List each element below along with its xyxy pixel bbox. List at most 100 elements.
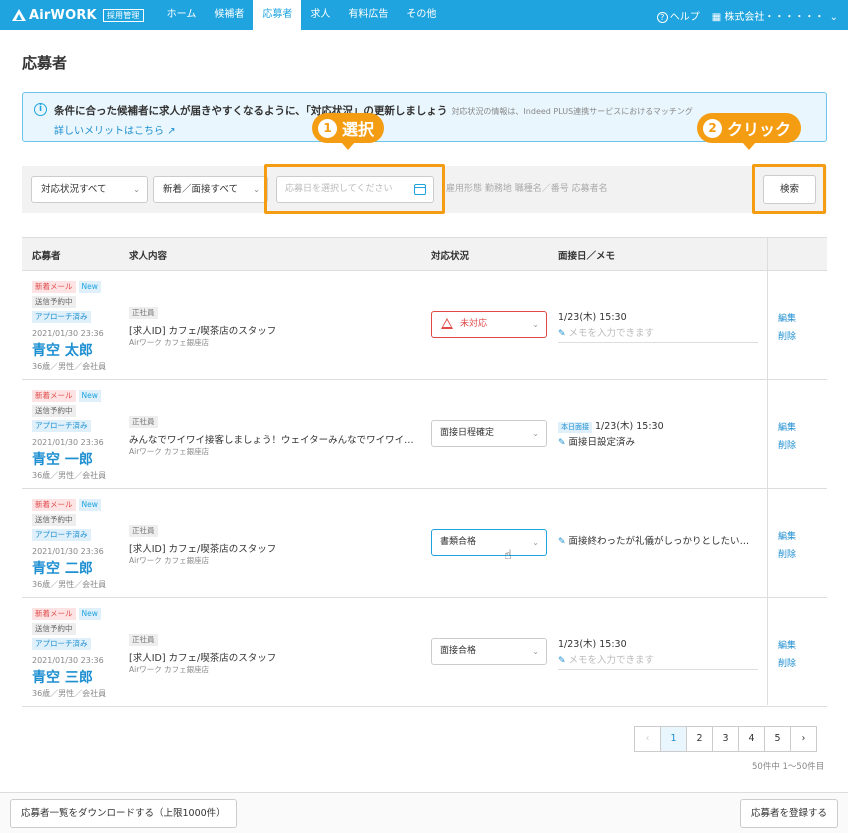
new-mail-badge: 新着メール [32, 281, 76, 293]
callout-click: 2 クリック [697, 113, 802, 150]
header-applicant: 応募者 [32, 251, 61, 262]
callout-number: 2 [703, 118, 722, 138]
edit-link[interactable]: 編集 [778, 420, 796, 433]
pencil-icon: ✎ [558, 329, 566, 339]
pencil-icon: ✎ [558, 537, 566, 547]
status-select[interactable]: 面接合格 ⌄ [431, 638, 547, 665]
table-row: 新着メール New 送信予約中 アプローチ済み 2021/01/30 23:36 … [22, 489, 827, 598]
applicant-profile: 36歳／男性／会社員 [32, 471, 107, 480]
status-select[interactable]: 面接日程確定 ⌄ [431, 420, 547, 447]
page-1-button[interactable]: 1 [660, 726, 687, 752]
warning-icon [441, 318, 453, 329]
scheduled-badge: 送信予約中 [32, 296, 76, 308]
keyword-input[interactable]: 雇用形態 勤務地 職種名／番号 応募者名 [442, 176, 742, 203]
memo-text: メモを入力できます [568, 328, 655, 339]
job-title: みんなでワイワイ接客しましょう！ウェイターみんなでワイワイ接… [129, 435, 421, 446]
callout-number: 1 [318, 118, 337, 138]
result-count: 50件中 1〜50件目 [752, 762, 825, 772]
page-2-button[interactable]: 2 [686, 726, 713, 752]
scheduled-badge: 送信予約中 [32, 514, 76, 526]
app-logo[interactable]: AirWORK 採用管理 [12, 8, 144, 23]
job-title: [求人ID] カフェ/喫茶店のスタッフ [129, 544, 277, 555]
external-link-icon: ↗ [167, 126, 176, 137]
applicant-name[interactable]: 青空 一郎 [32, 449, 93, 469]
table-row: 新着メール New 送信予約中 アプローチ済み 2021/01/30 23:36 … [22, 598, 827, 707]
nav-other[interactable]: その他 [397, 0, 445, 30]
header-interview: 面接日／メモ [558, 251, 616, 262]
callout-label: クリック [727, 120, 792, 139]
memo-field[interactable]: ✎ メモを入力できます [558, 652, 758, 670]
register-applicant-button[interactable]: 応募者を登録する [739, 799, 838, 828]
applied-datetime: 2021/01/30 23:36 [32, 547, 104, 556]
page-title: 応募者 [22, 54, 68, 72]
applicant-name[interactable]: 青空 三郎 [32, 667, 93, 687]
job-store: Airワーク カフェ銀座店 [129, 665, 210, 674]
status-filter-select[interactable]: 対応状況すべて ⌄ [31, 176, 148, 203]
delete-link[interactable]: 削除 [778, 656, 796, 669]
applicant-name[interactable]: 青空 二郎 [32, 558, 93, 578]
nav-home[interactable]: ホーム [158, 0, 206, 30]
delete-link[interactable]: 削除 [778, 438, 796, 451]
header-job: 求人内容 [129, 251, 168, 262]
banner-message: 条件に合った候補者に求人が届きやすくなるように、「対応状況」の更新しましょう [54, 105, 448, 117]
page-5-button[interactable]: 5 [764, 726, 791, 752]
delete-link[interactable]: 削除 [778, 547, 796, 560]
download-button[interactable]: 応募者一覧をダウンロードする（上限1000件） [10, 799, 237, 828]
memo-field[interactable]: ✎ メモを入力できます [558, 325, 758, 343]
badge-group: 新着メール New 送信予約中 アプローチ済み [32, 499, 122, 544]
new-badge: New [78, 390, 101, 402]
chevron-down-icon: ⌄ [532, 647, 539, 656]
badge-group: 新着メール New 送信予約中 アプローチ済み [32, 390, 122, 435]
help-link[interactable]: ? ヘルプ [645, 8, 700, 23]
pagination: ‹ 1 2 3 4 5 › [634, 726, 817, 752]
new-mail-badge: 新着メール [32, 499, 76, 511]
edit-link[interactable]: 編集 [778, 638, 796, 651]
memo-field[interactable]: ✎ 面接日設定済み [558, 434, 758, 451]
status-select[interactable]: 書類合格 ⌄ [431, 529, 547, 556]
prev-page-button[interactable]: ‹ [634, 726, 661, 752]
highlight-date [264, 164, 445, 214]
status-value: 面接日程確定 [440, 428, 495, 438]
nav-paid-ads[interactable]: 有料広告 [339, 0, 397, 30]
table-row: 新着メール New 送信予約中 アプローチ済み 2021/01/30 23:36 … [22, 271, 827, 380]
chevron-down-icon: ⌄ [532, 320, 539, 329]
next-page-button[interactable]: › [790, 726, 817, 752]
nav-candidates[interactable]: 候補者 [205, 0, 253, 30]
memo-field[interactable]: ✎ 面接終わったが礼儀がしっかりとしたいい… [558, 533, 758, 550]
banner-link[interactable]: 詳しいメリットはこちら ↗ [54, 122, 176, 137]
logo-icon [12, 9, 26, 21]
edit-link[interactable]: 編集 [778, 529, 796, 542]
page-3-button[interactable]: 3 [712, 726, 739, 752]
job-type-badge: 正社員 [129, 307, 158, 319]
nav-applicants[interactable]: 応募者 [253, 0, 302, 30]
nav-jobs[interactable]: 求人 [301, 0, 339, 30]
memo-text: 面接日設定済み [568, 437, 636, 448]
status-select[interactable]: 未対応 ⌄ [431, 311, 547, 338]
edit-link[interactable]: 編集 [778, 311, 796, 324]
logo-badge: 採用管理 [102, 8, 144, 22]
logo-text: AirWORK [29, 7, 97, 23]
top-nav: AirWORK 採用管理 ホーム 候補者 応募者 求人 有料広告 その他 ? ヘル… [0, 0, 848, 30]
chevron-down-icon: ⌄ [253, 185, 260, 194]
company-name: 株式会社・・・・・・ [724, 11, 825, 23]
chevron-down-icon: ⌄ [532, 429, 539, 438]
help-label: ヘルプ [669, 11, 700, 23]
delete-link[interactable]: 削除 [778, 329, 796, 342]
memo-text: 面接終わったが礼儀がしっかりとしたいい… [568, 536, 758, 547]
status-filter-value: 対応状況すべて [41, 184, 107, 195]
new-badge: New [78, 281, 101, 293]
new-badge: New [78, 499, 101, 511]
company-menu[interactable]: ▦ 株式会社・・・・・・ ⌄ [712, 8, 838, 23]
applicant-profile: 36歳／男性／会社員 [32, 362, 107, 371]
interview-date: 1/23(木) 15:30 [558, 312, 627, 323]
job-store: Airワーク カフェ銀座店 [129, 338, 210, 347]
new-filter-select[interactable]: 新着／面接すべて ⌄ [153, 176, 268, 203]
status-value: 面接合格 [440, 646, 477, 656]
applicant-name[interactable]: 青空 太郎 [32, 340, 93, 360]
info-icon: i [34, 103, 47, 116]
page-4-button[interactable]: 4 [738, 726, 765, 752]
job-title: [求人ID] カフェ/喫茶店のスタッフ [129, 653, 277, 664]
approach-badge: アプローチ済み [32, 420, 91, 432]
callout-label: 選択 [342, 120, 375, 139]
badge-group: 新着メール New 送信予約中 アプローチ済み [32, 281, 122, 326]
